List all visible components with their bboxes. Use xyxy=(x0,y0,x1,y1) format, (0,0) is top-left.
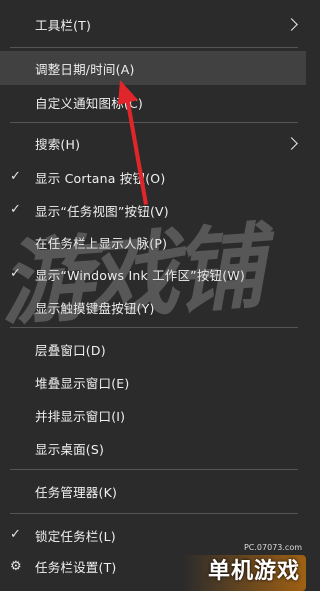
menu-item-label: 锁定任务栏(L) xyxy=(35,528,116,544)
brand-url: PC.07073.com xyxy=(243,543,302,552)
menu-item-show-people[interactable]: 在任务栏上显示人脉(P) xyxy=(0,225,306,259)
menu-item-stack-windows[interactable]: 堆叠显示窗口(E) xyxy=(0,365,306,399)
menu-item-label: 层叠窗口(D) xyxy=(35,342,106,358)
menu-separator xyxy=(10,513,298,514)
chevron-right-icon xyxy=(285,136,298,150)
menu-item-label: 显示触摸键盘按钮(Y) xyxy=(35,300,155,316)
menu-item-show-windows-ink-button[interactable]: ✓ 显示“Windows Ink 工作区”按钮(W) xyxy=(0,257,306,291)
menu-item-label: 显示“Windows Ink 工作区”按钮(W) xyxy=(35,267,245,283)
menu-item-label: 在任务栏上显示人脉(P) xyxy=(35,235,168,251)
gear-icon: ⚙ xyxy=(10,558,22,574)
menu-item-label: 显示桌面(S) xyxy=(35,441,105,457)
menu-separator xyxy=(10,469,298,470)
menu-item-show-desktop[interactable]: 显示桌面(S) xyxy=(0,431,306,465)
brand-logo: PC.07073.com 单机游戏 xyxy=(176,541,306,591)
check-icon: ✓ xyxy=(10,266,22,281)
menu-item-label: 堆叠显示窗口(E) xyxy=(35,375,130,391)
menu-item-cascade-windows[interactable]: 层叠窗口(D) xyxy=(0,332,306,366)
brand-logo-text: 单机游戏 xyxy=(207,559,300,584)
menu-item-task-manager[interactable]: 任务管理器(K) xyxy=(0,474,306,508)
menu-item-label: 任务栏设置(T) xyxy=(35,559,117,575)
menu-item-show-touch-keyboard-button[interactable]: 显示触摸键盘按钮(Y) xyxy=(0,290,306,324)
menu-item-toolbars[interactable]: 工具栏(T) xyxy=(0,7,306,41)
menu-item-side-by-side-windows[interactable]: 并排显示窗口(I) xyxy=(0,398,306,432)
menu-separator xyxy=(10,47,298,48)
menu-item-label: 调整日期/时间(A) xyxy=(35,61,135,77)
annotation-arrow-icon xyxy=(118,80,148,205)
menu-item-label: 任务管理器(K) xyxy=(35,484,118,500)
check-icon: ✓ xyxy=(10,202,22,217)
menu-item-label: 工具栏(T) xyxy=(35,17,92,33)
menu-separator xyxy=(10,327,298,328)
check-icon: ✓ xyxy=(10,169,22,184)
chevron-right-icon xyxy=(285,17,298,31)
check-icon: ✓ xyxy=(10,527,22,542)
menu-item-label: 并排显示窗口(I) xyxy=(35,408,126,424)
menu-item-label: 搜索(H) xyxy=(35,136,81,152)
